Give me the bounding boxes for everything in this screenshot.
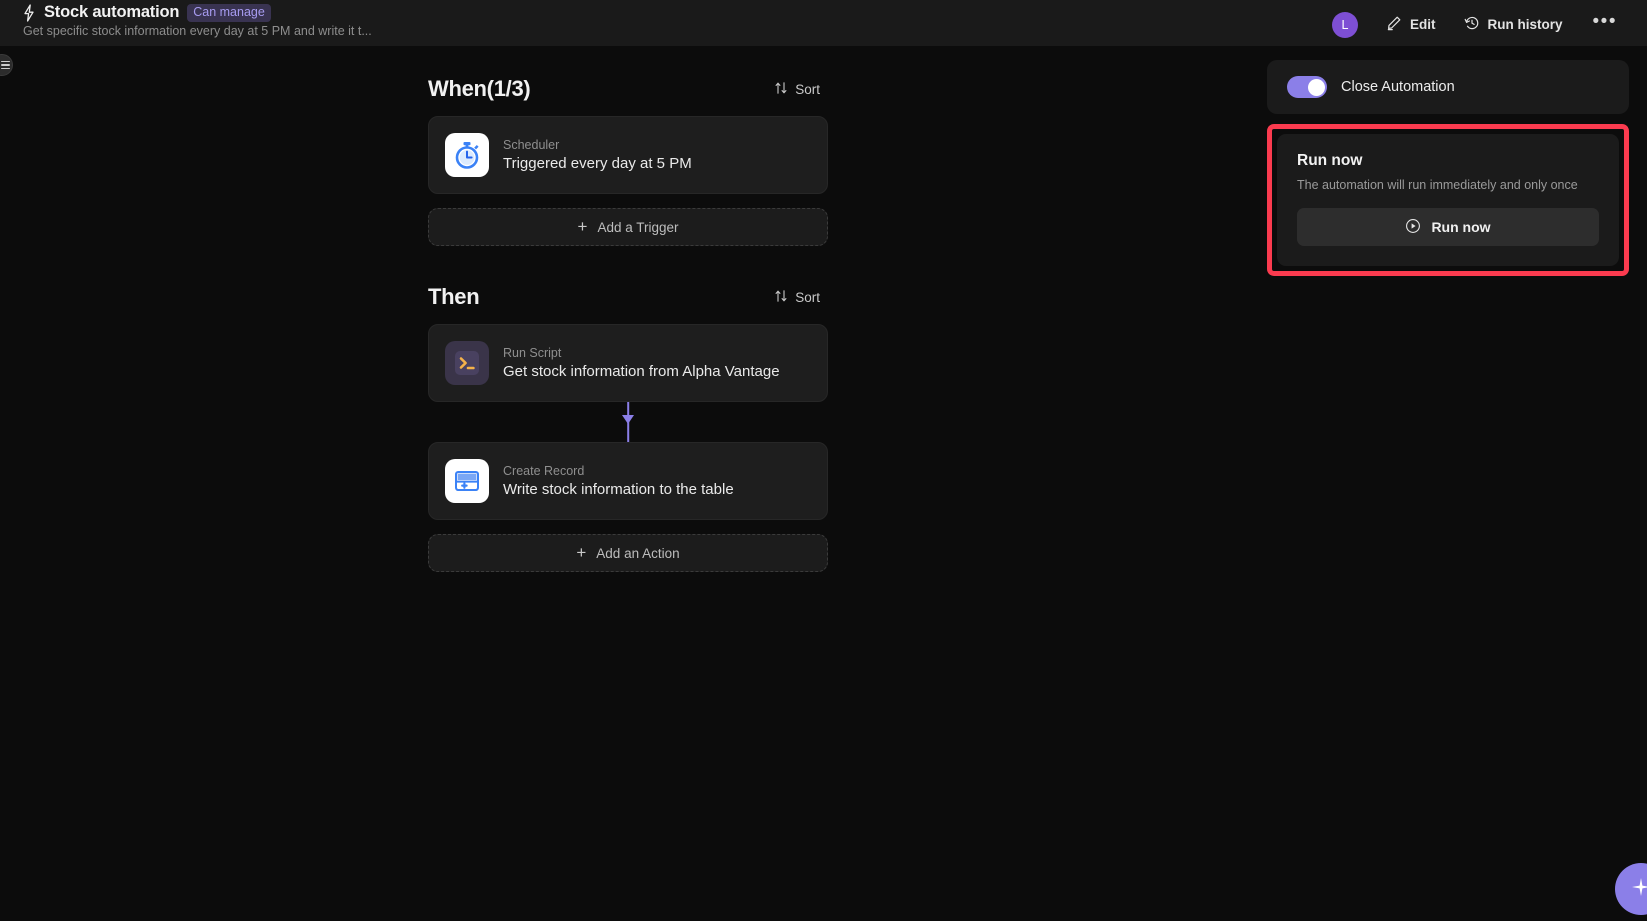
action-card-create-record[interactable]: Create Record Write stock information to… bbox=[428, 442, 828, 520]
add-action-label: Add an Action bbox=[596, 545, 680, 561]
more-options-button[interactable]: ••• bbox=[1583, 12, 1627, 35]
close-automation-toggle[interactable] bbox=[1287, 76, 1327, 98]
action-card-kind: Run Script bbox=[503, 346, 562, 360]
connector-arrow-icon bbox=[622, 415, 634, 424]
run-now-subtitle: The automation will run immediately and … bbox=[1297, 178, 1578, 192]
avatar[interactable]: L bbox=[1332, 11, 1359, 38]
terminal-icon bbox=[445, 341, 489, 385]
hamburger-icon bbox=[1, 60, 10, 70]
sort-arrows-icon bbox=[774, 81, 788, 98]
bolt-icon bbox=[22, 3, 36, 22]
run-history-button[interactable]: Run history bbox=[1450, 9, 1577, 40]
history-icon bbox=[1464, 15, 1480, 34]
trigger-card-text: Scheduler Triggered every day at 5 PM bbox=[503, 138, 692, 172]
when-sort-button[interactable]: Sort bbox=[768, 78, 826, 101]
trigger-card-desc: Triggered every day at 5 PM bbox=[503, 155, 692, 172]
then-section-header: Then Sort bbox=[428, 284, 828, 310]
right-panel: Close Automation Run now The automation … bbox=[1267, 60, 1629, 276]
add-action-button[interactable]: + Add an Action bbox=[428, 534, 828, 572]
edit-button[interactable]: Edit bbox=[1372, 9, 1450, 40]
sidebar-collapse-toggle[interactable] bbox=[0, 54, 13, 76]
run-history-button-label: Run history bbox=[1487, 17, 1563, 32]
stopwatch-icon bbox=[445, 133, 489, 177]
then-section-title: Then bbox=[428, 284, 480, 309]
then-sort-label: Sort bbox=[795, 289, 820, 305]
toggle-knob bbox=[1307, 78, 1325, 96]
when-section-header: When(1/3) Sort bbox=[428, 76, 828, 102]
action-card-kind: Create Record bbox=[503, 464, 585, 478]
permission-badge: Can manage bbox=[187, 3, 271, 22]
plus-icon: + bbox=[577, 217, 588, 236]
action-card-run-script[interactable]: Run Script Get stock information from Al… bbox=[428, 324, 828, 402]
play-circle-icon bbox=[1405, 218, 1421, 237]
title-row: Stock automation Can manage bbox=[22, 3, 372, 22]
flow-connector bbox=[428, 402, 828, 442]
sparkle-icon bbox=[1630, 876, 1647, 903]
trigger-card-kind: Scheduler bbox=[503, 138, 560, 152]
action-card-desc: Write stock information to the table bbox=[503, 481, 734, 498]
sort-arrows-icon bbox=[774, 289, 788, 306]
then-sort-button[interactable]: Sort bbox=[768, 286, 826, 309]
create-record-icon bbox=[445, 459, 489, 503]
page-title: Stock automation bbox=[44, 3, 180, 21]
add-trigger-label: Add a Trigger bbox=[597, 219, 679, 235]
app-header: Stock automation Can manage Get specific… bbox=[0, 0, 1647, 46]
header-title-block: Stock automation Can manage Get specific… bbox=[0, 0, 372, 38]
action-card-desc: Get stock information from Alpha Vantage bbox=[503, 363, 780, 380]
when-section-title: When(1/3) bbox=[428, 76, 531, 101]
run-now-title: Run now bbox=[1297, 152, 1363, 169]
automation-flow: When(1/3) Sort Scheduler Triggered every… bbox=[428, 76, 828, 572]
run-now-panel: Run now The automation will run immediat… bbox=[1277, 134, 1619, 266]
add-trigger-button[interactable]: + Add a Trigger bbox=[428, 208, 828, 246]
plus-icon: + bbox=[576, 543, 587, 562]
trigger-card-scheduler[interactable]: Scheduler Triggered every day at 5 PM bbox=[428, 116, 828, 194]
page-subtitle: Get specific stock information every day… bbox=[23, 24, 372, 38]
close-automation-row: Close Automation bbox=[1267, 60, 1629, 114]
header-actions: L Edit Run history ••• bbox=[1332, 0, 1647, 40]
action-card-text: Run Script Get stock information from Al… bbox=[503, 346, 780, 380]
ai-assistant-fab[interactable] bbox=[1615, 863, 1647, 915]
pencil-icon bbox=[1386, 15, 1402, 34]
run-now-button-label: Run now bbox=[1431, 219, 1491, 235]
automation-editor-page: Stock automation Can manage Get specific… bbox=[0, 0, 1647, 921]
run-now-button[interactable]: Run now bbox=[1297, 208, 1599, 246]
edit-button-label: Edit bbox=[1410, 17, 1436, 32]
when-sort-label: Sort bbox=[795, 81, 820, 97]
close-automation-label: Close Automation bbox=[1341, 79, 1455, 95]
run-now-highlight: Run now The automation will run immediat… bbox=[1267, 124, 1629, 276]
action-card-text: Create Record Write stock information to… bbox=[503, 464, 734, 498]
